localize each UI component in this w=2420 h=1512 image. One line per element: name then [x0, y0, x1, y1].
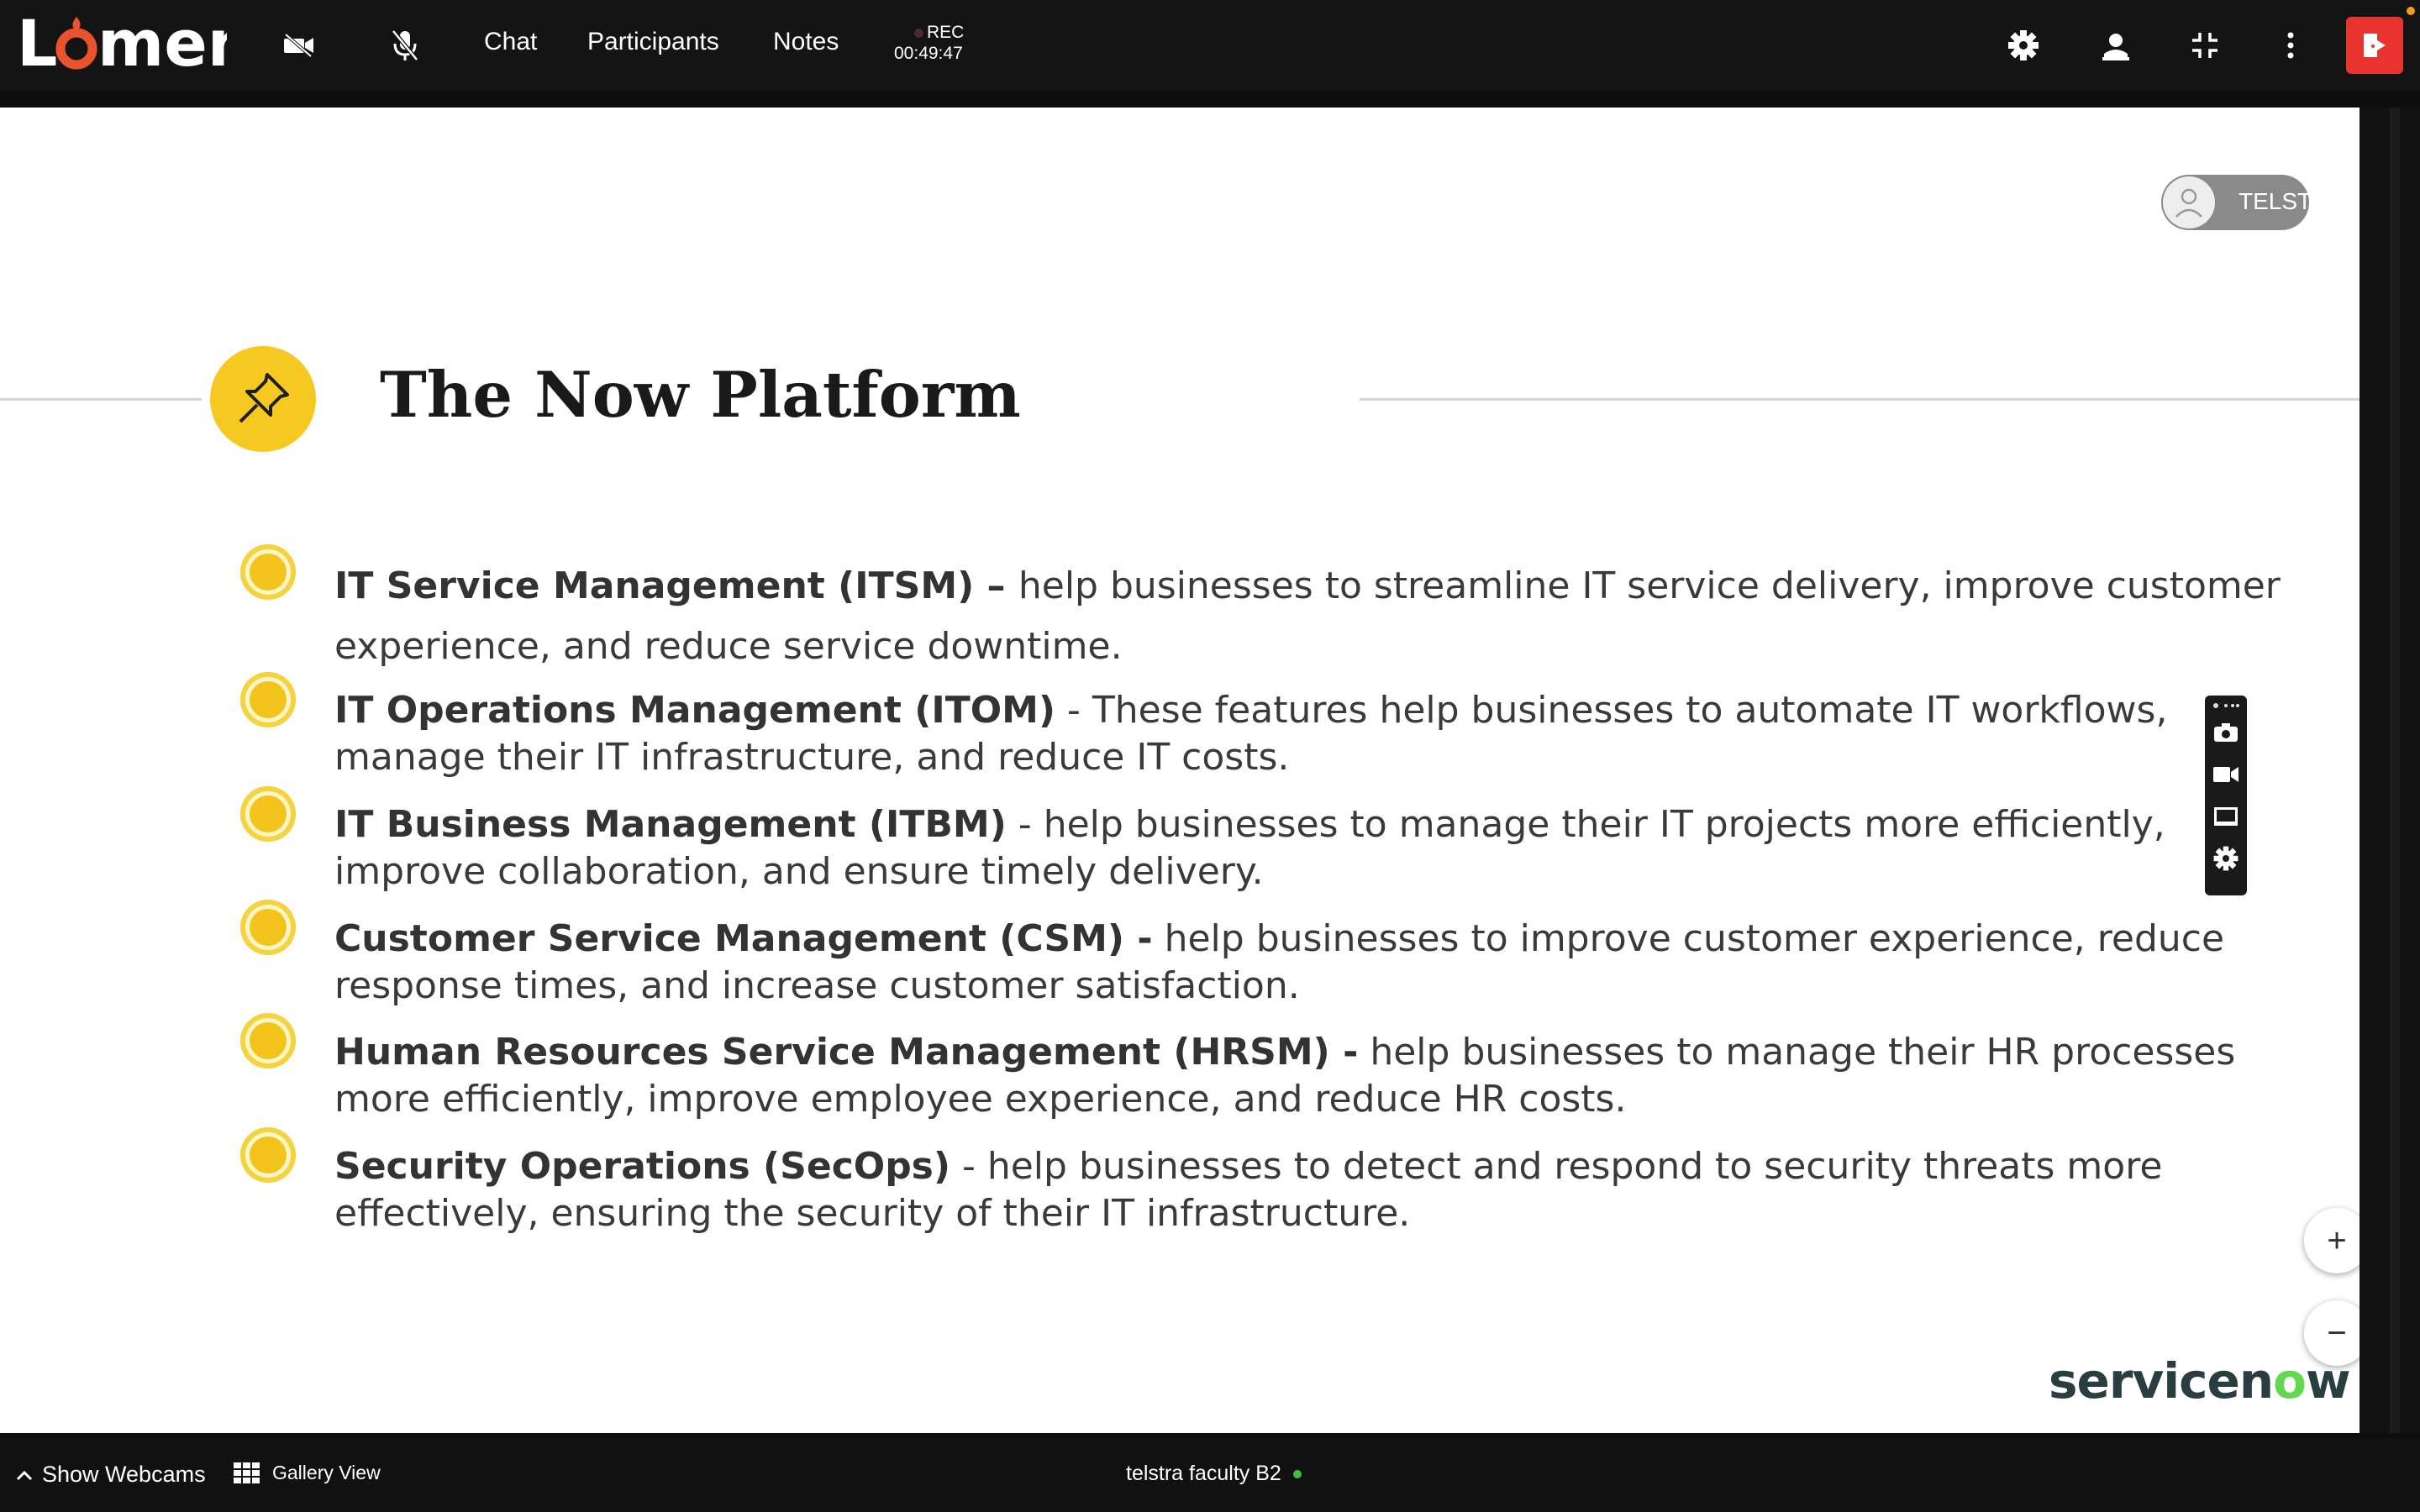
- floating-tool-strip: [2205, 696, 2247, 895]
- svg-text:L: L: [17, 10, 57, 77]
- zoom-in-button[interactable]: +: [2304, 1208, 2360, 1273]
- mic-off-icon[interactable]: [385, 25, 425, 66]
- right-scroll-strip: [2360, 108, 2420, 1433]
- lumen-logo: L men: [17, 10, 227, 77]
- gallery-view-button[interactable]: Gallery View: [234, 1462, 381, 1484]
- notification-dot: [2407, 7, 2415, 15]
- exit-button[interactable]: [2346, 17, 2403, 74]
- rec-timer: 00:49:47: [894, 44, 963, 63]
- room-name: telstra faculty B2: [1126, 1462, 1302, 1486]
- gear-icon[interactable]: [2211, 843, 2241, 874]
- chat-button[interactable]: Chat: [484, 28, 537, 56]
- more-icon[interactable]: [2270, 25, 2311, 66]
- item-name: IT Business Management (ITBM): [334, 803, 1007, 846]
- gear-icon[interactable]: [2003, 25, 2044, 66]
- list-item: Security Operations (SecOps) - help busi…: [334, 1145, 2163, 1235]
- bullet-icon: [240, 900, 296, 955]
- slide-title: The Now Platform: [380, 358, 1021, 432]
- video-icon[interactable]: [2211, 759, 2241, 790]
- minimize-icon[interactable]: [2185, 25, 2225, 66]
- online-status-dot: [1292, 1469, 1302, 1478]
- notes-button[interactable]: Notes: [773, 28, 839, 56]
- shared-slide: The Now Platform IT Service Management (…: [0, 108, 2360, 1433]
- camera-off-icon[interactable]: [279, 25, 319, 66]
- list-item: IT Service Management (ITSM) – help busi…: [334, 564, 2281, 668]
- exit-icon: [2364, 34, 2386, 57]
- bullet-icon: [240, 1013, 296, 1068]
- bullet-icon: [240, 1127, 296, 1183]
- presenter-name: TELST: [2238, 188, 2309, 214]
- rec-dot-icon: [914, 29, 923, 38]
- gallery-view-label: Gallery View: [272, 1462, 381, 1483]
- list-item: Human Resources Service Management (HRSM…: [334, 1029, 2317, 1123]
- show-webcams-button[interactable]: Show Webcams: [15, 1462, 206, 1488]
- svg-text:men: men: [97, 10, 227, 77]
- show-webcams-label: Show Webcams: [42, 1462, 206, 1487]
- list-item: Customer Service Management (CSM) - help…: [334, 916, 2317, 1010]
- bullet-icon: [240, 672, 296, 727]
- item-name: IT Service Management (ITSM): [334, 564, 975, 607]
- grid-icon: [234, 1462, 260, 1483]
- pushpin-icon: [210, 346, 316, 452]
- room-name-label: telstra faculty B2: [1126, 1462, 1281, 1485]
- item-name: Security Operations (SecOps): [334, 1145, 950, 1188]
- item-name: Human Resources Service Management (HRSM…: [334, 1031, 1359, 1074]
- item-name: Customer Service Management (CSM) -: [334, 917, 1153, 960]
- title-rule-right: [1360, 398, 2360, 401]
- lumen-logo-mark: L men: [17, 10, 227, 77]
- bullet-icon: [240, 544, 296, 600]
- camera-icon[interactable]: [2211, 717, 2241, 748]
- bottom-bar: Show Webcams Gallery View telstra facult…: [0, 1438, 2420, 1512]
- item-name: IT Operations Management (ITOM): [334, 689, 1055, 732]
- hand-raise-icon[interactable]: [2096, 25, 2136, 66]
- title-rule-left: [0, 398, 202, 401]
- servicenow-logo: servicenow: [2049, 1352, 2351, 1410]
- chevron-up-icon: [16, 1470, 33, 1480]
- list-item: IT Operations Management (ITOM) - These …: [334, 689, 2168, 779]
- rec-label: REC: [927, 23, 965, 42]
- drag-handle-icon[interactable]: [2211, 697, 2241, 714]
- list-item: IT Business Management (ITBM) - help bus…: [334, 803, 2165, 893]
- avatar: [2163, 176, 2215, 228]
- scrollbar[interactable]: [2390, 108, 2400, 1433]
- participants-button[interactable]: Participants: [587, 28, 719, 56]
- bullet-icon: [240, 786, 296, 842]
- screen-icon[interactable]: [2211, 801, 2241, 832]
- recording-status: REC 00:49:47: [894, 22, 964, 64]
- top-toolbar: L men Chat Participants Notes REC 00:49:…: [0, 0, 2420, 91]
- presenter-badge[interactable]: TELST: [2161, 175, 2309, 230]
